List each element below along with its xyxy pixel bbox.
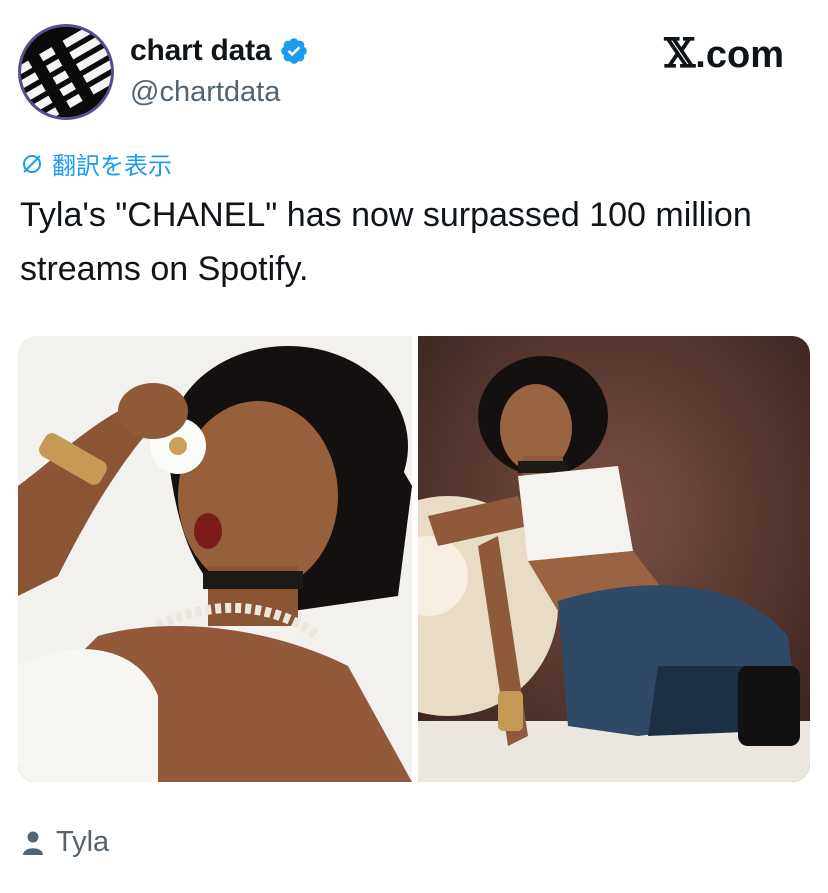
tweet-text-line-1: Tyla's "CHANEL" has now surpassed 100 mi… xyxy=(20,196,752,234)
tweet-text-line-2: streams on Spotify. xyxy=(20,250,309,288)
translate-label: 翻訳を表示 xyxy=(52,153,172,180)
author-name-row: chart data xyxy=(130,34,309,68)
person-icon xyxy=(23,831,43,855)
tweet-text: Tyla's "CHANEL" has now surpassed 100 mi… xyxy=(20,188,810,296)
author-handle[interactable]: @chartdata xyxy=(130,76,280,109)
tagged-name: Tyla xyxy=(56,826,110,858)
photo-2[interactable] xyxy=(418,336,810,782)
globe-slash-icon xyxy=(23,154,41,173)
piano-keys-logo-icon xyxy=(21,27,111,117)
site-domain: .com xyxy=(695,34,784,76)
portrait-photo-dark-background xyxy=(418,336,810,782)
site-logo: 𝕏 .com xyxy=(664,30,784,77)
author-avatar[interactable] xyxy=(18,24,114,120)
tagged-people[interactable]: Tyla xyxy=(22,826,109,859)
portrait-photo-white-background xyxy=(18,336,412,782)
photo-1[interactable] xyxy=(18,336,412,782)
author-display-name[interactable]: chart data xyxy=(130,34,272,68)
verified-badge-icon xyxy=(281,38,308,64)
translate-link[interactable]: 翻訳を表示 xyxy=(20,146,172,181)
x-logo-icon: 𝕏 xyxy=(664,30,696,77)
